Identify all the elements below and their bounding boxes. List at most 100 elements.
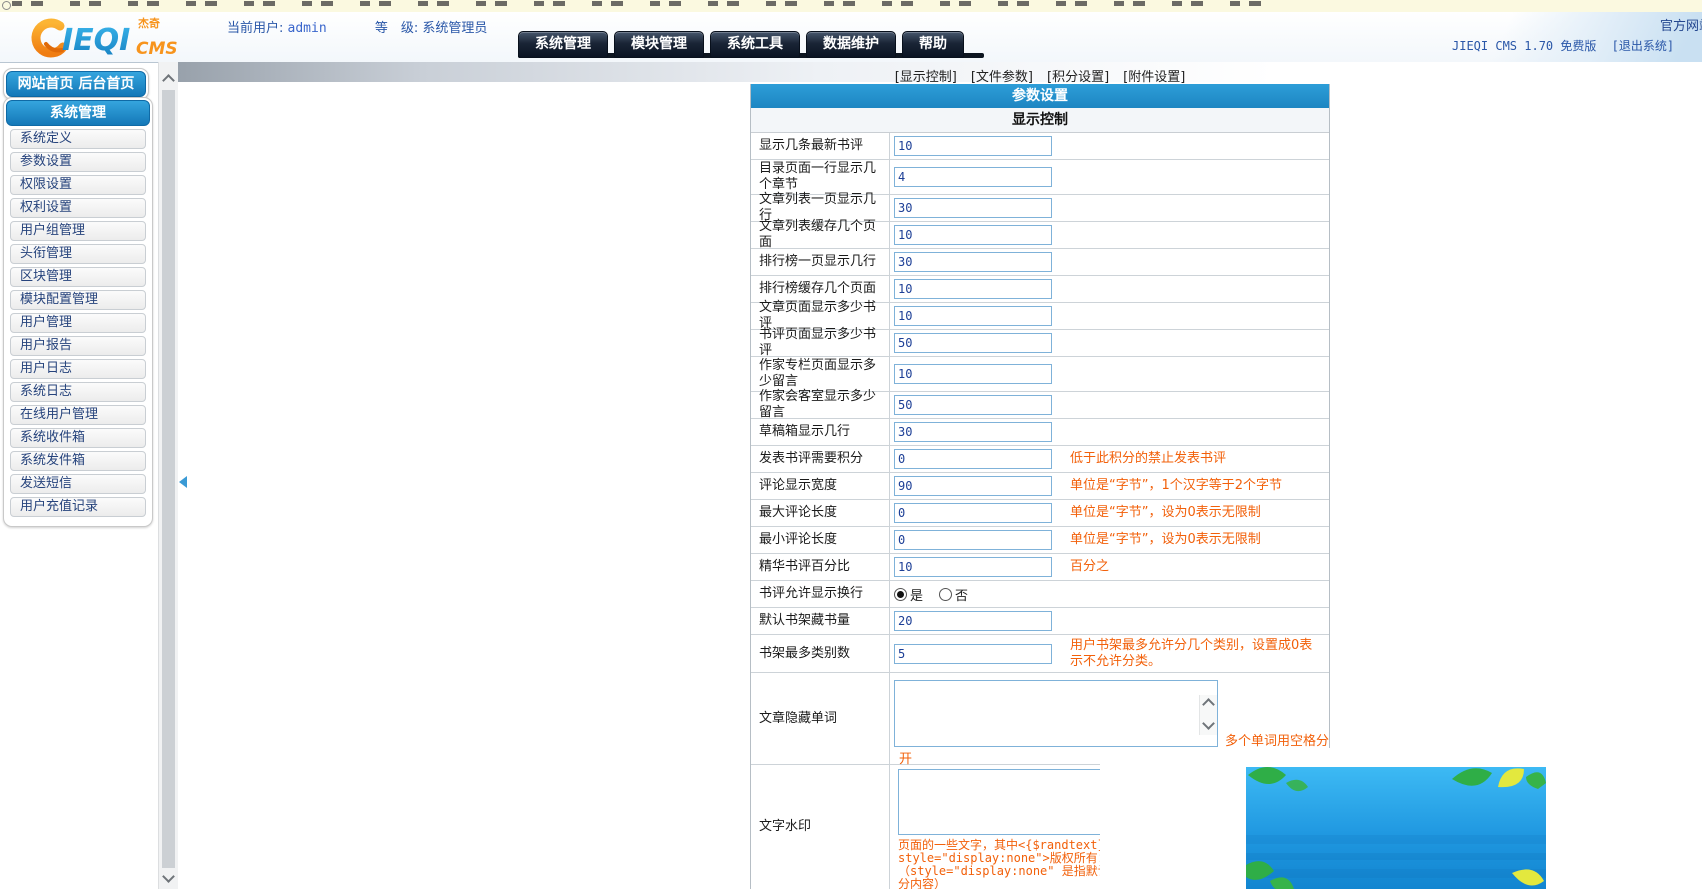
settings-tabs: [显示控制] [文件参数] [积分设置] [附件设置] [750,66,1330,85]
sidebar-item[interactable]: 用户报告 [10,336,146,356]
sidebar-item[interactable]: 系统日志 [10,382,146,402]
param-input[interactable] [894,644,1052,664]
scrollbar-thumb[interactable] [162,90,175,868]
param-input[interactable] [894,306,1052,326]
table-row: 发表书评需要积分低于此积分的禁止发表书评 [751,446,1329,473]
page-scrollbar[interactable] [158,62,178,889]
sidebar-item[interactable]: 头衔管理 [10,244,146,264]
table-row: 排行榜缓存几个页面 [751,276,1329,303]
param-input[interactable] [894,557,1052,577]
settings-tab[interactable]: [显示控制] [895,70,957,85]
param-input[interactable] [894,333,1052,353]
textarea-scroll-up-icon[interactable] [1203,697,1214,708]
sidebar-item[interactable]: 系统发件箱 [10,451,146,471]
sidebar-item[interactable]: 系统收件箱 [10,428,146,448]
sidebar-item[interactable]: 用户组管理 [10,221,146,241]
textarea-scrollbar[interactable] [1199,695,1217,735]
param-input[interactable] [894,449,1052,469]
user-info: 当前用户: admin 等 级: 系统管理员 [227,17,487,36]
row-hint: 多个单词用空格分 [1225,730,1329,749]
jieqi-cms-logo: IEQI 杰奇 CMS [26,14,186,60]
official-site-link[interactable]: 官方网站 [1660,15,1702,34]
sidebar-item[interactable]: 模块配置管理 [10,290,146,310]
param-input[interactable] [894,364,1052,384]
sidebar-home-box: 网站首页 后台首页 [3,68,149,100]
svg-text:CMS: CMS [136,39,178,59]
param-input[interactable] [894,503,1052,523]
radio-option[interactable]: 是 [894,585,923,604]
nav-tab[interactable]: 帮助 [902,31,964,58]
table-row: 精华书评百分比百分之 [751,554,1329,581]
param-input[interactable] [894,167,1052,187]
sidebar-item[interactable]: 发送短信 [10,474,146,494]
table-title: 参数设置 [751,84,1329,108]
table-row: 作家会客室显示多少留言 [751,392,1329,419]
settings-tab[interactable]: [附件设置] [1123,70,1185,85]
hidden-words-textarea[interactable] [894,680,1218,747]
sidebar-collapse-icon[interactable] [179,476,187,488]
row-hint: 单位是“字节”，设为0表示无限制 [1070,505,1329,521]
favicon-icon [2,1,11,10]
svg-text:杰奇: 杰奇 [138,16,160,30]
sidebar-item[interactable]: 用户管理 [10,313,146,333]
radio-option[interactable]: 否 [939,585,968,604]
scroll-up-icon[interactable] [163,73,174,84]
table-row: 书架最多类别数用户书架最多允许分几个类别，设置成0表示不允许分类。 [751,635,1329,673]
param-input[interactable] [894,422,1052,442]
row-label: 书评允许显示换行 [751,581,890,607]
watermark-preview-image [1246,767,1546,889]
sidebar-item[interactable]: 系统定义 [10,129,146,149]
row-label: 作家专栏页面显示多少留言 [751,357,890,391]
table-row: 目录页面一行显示几个章节 [751,160,1329,195]
watermark-hint: 页面的一些文字，其中<{$randtext}> style="display:n… [898,839,1124,889]
sidebar-item[interactable]: 参数设置 [10,152,146,172]
param-input[interactable] [894,395,1052,415]
sidebar-item[interactable]: 权限设置 [10,175,146,195]
row-label: 精华书评百分比 [751,554,890,580]
row-label: 书评页面显示多少书评 [751,330,890,356]
param-input[interactable] [894,530,1052,550]
sidebar-section-header[interactable]: 系统管理 [6,100,150,126]
param-input[interactable] [894,252,1052,272]
sidebar-item[interactable]: 用户充值记录 [10,497,146,517]
radio-selected-icon[interactable] [894,588,907,601]
main-nav: 系统管理模块管理系统工具数据维护帮助 [518,31,964,58]
sidebar-menu-box: 系统管理 系统定义参数设置权限设置权利设置用户组管理头衔管理区块管理模块配置管理… [3,97,153,527]
sidebar-item[interactable]: 区块管理 [10,267,146,287]
logout-link[interactable]: [退出系统] [1612,39,1674,53]
param-input[interactable] [894,225,1052,245]
param-input[interactable] [894,136,1052,156]
admin-page: IEQI 杰奇 CMS 当前用户: admin 等 级: 系统管理员 系统管理模… [0,0,1702,889]
row-label: 文章列表缓存几个页面 [751,222,890,248]
site-home-link[interactable]: 网站首页 [18,76,74,92]
sidebar-item[interactable]: 用户日志 [10,359,146,379]
nav-tab[interactable]: 模块管理 [614,31,704,58]
row-label: 文章隐藏单词 [751,673,890,764]
scroll-down-icon[interactable] [163,872,174,883]
home-buttons-bar: 网站首页 后台首页 [6,71,146,97]
svg-text:IEQI: IEQI [62,23,130,58]
nav-tab[interactable]: 系统工具 [710,31,800,58]
row-label: 默认书架藏书量 [751,608,890,634]
param-input[interactable] [894,476,1052,496]
clipped-text-fragments [12,1,1262,6]
param-input[interactable] [894,198,1052,218]
table-row: 评论显示宽度单位是“字节”，1个汉字等于2个字节 [751,473,1329,500]
row-label: 目录页面一行显示几个章节 [751,160,890,194]
admin-home-link[interactable]: 后台首页 [78,76,134,92]
version-text: JIEQI CMS 1.70 免费版 [1452,39,1596,53]
settings-tab[interactable]: [积分设置] [1047,70,1109,85]
settings-tab[interactable]: [文件参数] [971,70,1033,85]
param-input[interactable] [894,279,1052,299]
nav-tab[interactable]: 系统管理 [518,31,608,58]
row-label: 草稿箱显示几行 [751,419,890,445]
param-input[interactable] [894,611,1052,631]
nav-tab[interactable]: 数据维护 [806,31,896,58]
textarea-scroll-down-icon[interactable] [1203,719,1214,730]
row-label: 文章页面显示多少书评 [751,303,890,329]
table-row: 文章页面显示多少书评 [751,303,1329,330]
sidebar-item[interactable]: 权利设置 [10,198,146,218]
sidebar-item[interactable]: 在线用户管理 [10,405,146,425]
radio-unselected-icon[interactable] [939,588,952,601]
row-label: 评论显示宽度 [751,473,890,499]
